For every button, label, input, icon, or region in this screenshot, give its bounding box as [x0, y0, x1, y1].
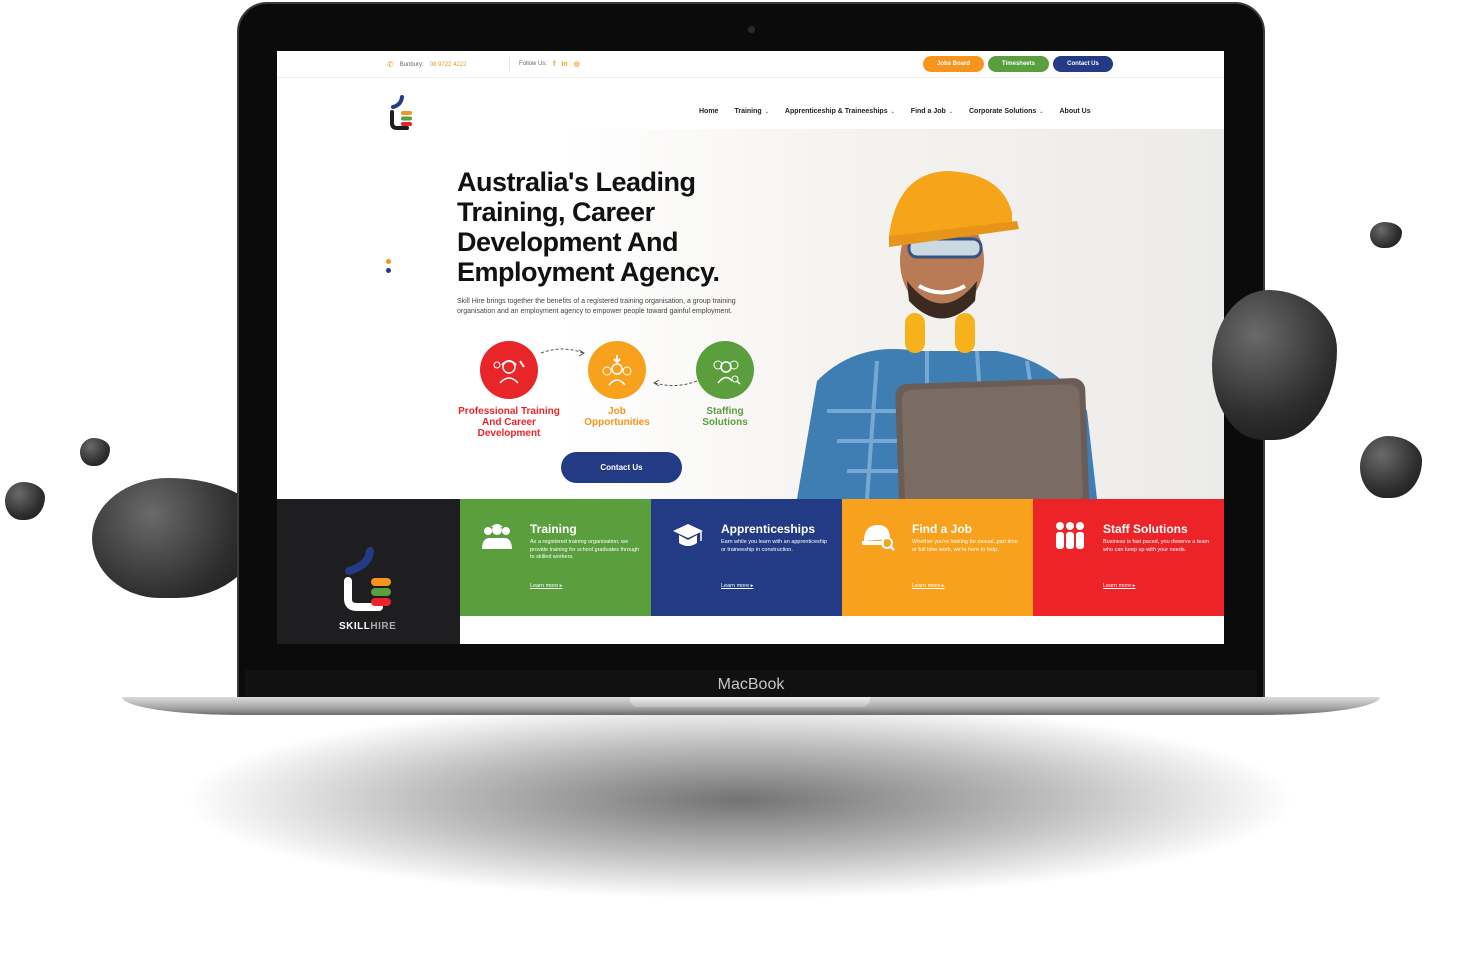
jobs-board-button[interactable]: Jobs Board — [923, 56, 984, 72]
webcam — [748, 26, 755, 33]
laptop-notch — [630, 697, 870, 707]
people-group-icon — [1056, 522, 1084, 549]
tile-text: As a registered training organisation, w… — [530, 539, 640, 560]
timesheets-button[interactable]: Timesheets — [988, 56, 1049, 72]
training-circle-icon — [480, 341, 538, 399]
top-bar: ✆ Bunbury: 08 9722 4222 Follow Us: f in … — [277, 51, 1224, 78]
instagram-icon[interactable]: ◎ — [574, 60, 580, 68]
nav-home[interactable]: Home — [699, 108, 718, 115]
slider-dots — [386, 259, 391, 277]
chevron-down-icon: ⌄ — [890, 109, 895, 115]
tile-apprenticeships[interactable]: Apprenticeships Earn while you learn wit… — [651, 499, 842, 616]
job-opportunities-circle-icon — [588, 341, 646, 399]
contact-us-button[interactable]: Contact Us — [561, 452, 682, 483]
divider — [509, 57, 510, 71]
nav-corporate[interactable]: Corporate Solutions ⌄ — [969, 108, 1043, 115]
skillhire-wordmark: SKILLHIRE — [339, 621, 397, 632]
chevron-down-icon: ⌄ — [1039, 109, 1044, 115]
rock-decoration — [1212, 290, 1337, 440]
staffing-circle-icon — [696, 341, 754, 399]
phone-label: Bunbury: — [399, 61, 424, 68]
hero-worker-image — [797, 171, 1097, 499]
hero-lead: Skill Hire brings together the benefits … — [457, 298, 736, 315]
rock-decoration — [80, 438, 110, 466]
training-circle-label: Professional Training And Career Develop… — [458, 406, 560, 439]
slider-dot-active[interactable] — [386, 259, 391, 264]
nav-about[interactable]: About Us — [1059, 108, 1090, 115]
tile-text: Earn while you learn with an apprentices… — [721, 539, 828, 553]
chevron-down-icon: ⌄ — [948, 109, 953, 115]
chevron-down-icon: ⌄ — [764, 109, 769, 115]
slider-dot[interactable] — [386, 268, 391, 273]
hardhat-search-icon — [862, 525, 895, 551]
rock-decoration — [1360, 436, 1422, 498]
laptop-shadow — [180, 700, 1300, 900]
graduation-cap-icon — [673, 524, 703, 546]
linkedin-icon[interactable]: in — [561, 61, 567, 68]
dashed-arrow — [540, 348, 585, 357]
follow-label: Follow Us: — [519, 61, 548, 67]
tile-title: Training — [530, 522, 577, 536]
macbook-label: MacBook — [245, 670, 1257, 698]
tile-text: Business is fast paced, you deserve a te… — [1103, 539, 1210, 553]
nav-apprenticeship[interactable]: Apprenticeship & Traineeships ⌄ — [785, 108, 895, 115]
tile-title: Apprenticeships — [721, 522, 816, 536]
skillhire-logo-tile: SKILLHIRE — [277, 499, 460, 644]
learn-more-link[interactable]: Learn more ▸ — [1103, 583, 1135, 589]
main-nav: Home Training ⌄ Apprenticeship & Trainees… — [699, 108, 1091, 115]
skillhire-logo-large — [344, 547, 391, 611]
tile-title: Staff Solutions — [1103, 522, 1188, 536]
learn-more-link[interactable]: Learn more ▸ — [530, 583, 562, 589]
facebook-icon[interactable]: f — [553, 61, 555, 68]
rock-decoration — [1370, 222, 1402, 248]
phone-number[interactable]: 08 9722 4222 — [430, 62, 467, 68]
contact-us-top-button[interactable]: Contact Us — [1053, 56, 1113, 72]
phone-icon: ✆ — [387, 60, 394, 69]
hero-title: Australia's Leading Training, Career Dev… — [457, 167, 720, 287]
feature-tiles: SKILLHIRE Training As a registered train… — [277, 499, 1224, 644]
rock-decoration — [5, 482, 45, 520]
nav-find-job[interactable]: Find a Job ⌄ — [911, 108, 953, 115]
job-opportunities-label: Job Opportunities — [584, 406, 650, 428]
tile-training[interactable]: Training As a registered training organi… — [460, 499, 651, 616]
skillhire-logo[interactable] — [387, 93, 417, 133]
tile-text: Whether you're looking for casual, part … — [912, 539, 1018, 553]
social-links: Follow Us: f in ◎ — [519, 60, 580, 69]
website-screen: ✆ Bunbury: 08 9722 4222 Follow Us: f in … — [277, 51, 1224, 644]
nav-training[interactable]: Training ⌄ — [734, 108, 768, 115]
tile-staff-solutions[interactable]: Staff Solutions Business is fast paced, … — [1033, 499, 1224, 616]
learn-more-link[interactable]: Learn more ▸ — [912, 583, 944, 589]
workers-hardhat-icon — [482, 524, 512, 549]
staffing-solutions-label: Staffing Solutions — [702, 406, 748, 428]
tile-title: Find a Job — [912, 522, 972, 536]
phone-contact[interactable]: ✆ Bunbury: 08 9722 4222 — [387, 60, 466, 69]
dashed-arrow — [653, 379, 698, 387]
learn-more-link[interactable]: Learn more ▸ — [721, 583, 753, 589]
tile-find-a-job[interactable]: Find a Job Whether you're looking for ca… — [842, 499, 1033, 616]
